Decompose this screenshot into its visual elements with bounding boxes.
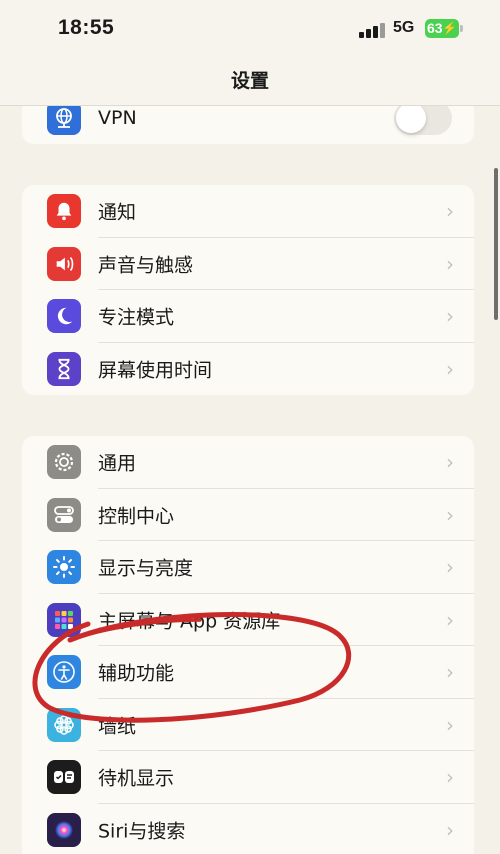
charging-bolt-icon: ⚡ bbox=[442, 21, 457, 35]
settings-row-label: 辅助功能 bbox=[98, 662, 175, 685]
settings-row-label: 墙纸 bbox=[98, 715, 137, 738]
settings-row-sounds[interactable]: 声音与触感 › bbox=[22, 238, 474, 290]
chevron-right-icon: › bbox=[446, 712, 454, 737]
toggles-icon bbox=[47, 497, 81, 532]
cellular-signal-icon bbox=[359, 22, 385, 38]
settings-row-screen-time[interactable]: 屏幕使用时间 › bbox=[22, 343, 474, 396]
settings-row-siri[interactable]: Siri与搜索 › bbox=[22, 804, 474, 854]
settings-row-notifications[interactable]: 通知 › bbox=[22, 185, 474, 238]
settings-row-wallpaper[interactable]: 墙纸 › bbox=[22, 699, 474, 751]
chevron-right-icon: › bbox=[446, 356, 454, 381]
status-bar: 18:55 5G 63 ⚡ bbox=[0, 0, 500, 62]
settings-row-accessibility[interactable]: 辅助功能 › bbox=[22, 646, 474, 699]
settings-row-label: 待机显示 bbox=[98, 767, 175, 790]
battery-level: 63 bbox=[427, 20, 443, 36]
navigation-bar-overlay: 设置 bbox=[0, 62, 500, 106]
chevron-right-icon: › bbox=[446, 304, 454, 329]
settings-row-focus[interactable]: 专注模式 › bbox=[22, 290, 474, 343]
chevron-right-icon: › bbox=[446, 817, 454, 842]
page-title-overlay: 设置 bbox=[230, 70, 269, 92]
chevron-right-icon: › bbox=[446, 660, 454, 685]
settings-row-label: VPN bbox=[98, 107, 137, 129]
notifications-group: 通知 › 声音与触感 › 专注模式 › 屏幕使用时间 › bbox=[22, 185, 474, 395]
battery-tip bbox=[460, 25, 463, 32]
chevron-right-icon: › bbox=[446, 450, 454, 475]
vpn-toggle[interactable] bbox=[394, 101, 452, 135]
chevron-right-icon: › bbox=[446, 502, 454, 527]
siri-icon bbox=[47, 812, 81, 847]
speaker-icon bbox=[47, 246, 81, 281]
bell-icon bbox=[47, 194, 81, 229]
wallpaper-icon bbox=[47, 707, 81, 742]
settings-row-label: 屏幕使用时间 bbox=[98, 359, 213, 382]
settings-row-standby[interactable]: 待机显示 › bbox=[22, 751, 474, 804]
settings-row-label: 通用 bbox=[98, 452, 137, 475]
chevron-right-icon: › bbox=[446, 199, 454, 224]
settings-row-control-center[interactable]: 控制中心 › bbox=[22, 489, 474, 541]
chevron-right-icon: › bbox=[446, 765, 454, 790]
battery-icon: 63 ⚡ bbox=[425, 19, 459, 38]
app-grid-icon bbox=[47, 602, 81, 637]
accessibility-icon bbox=[47, 655, 81, 690]
settings-row-display[interactable]: 显示与亮度 › bbox=[22, 541, 474, 594]
settings-row-label: 通知 bbox=[98, 201, 137, 224]
scroll-indicator[interactable] bbox=[494, 168, 498, 320]
toggle-knob bbox=[396, 103, 426, 133]
moon-icon bbox=[47, 299, 81, 334]
settings-row-general[interactable]: 通用 › bbox=[22, 436, 474, 489]
chevron-right-icon: › bbox=[446, 251, 454, 276]
settings-row-label: 控制中心 bbox=[98, 505, 175, 528]
hourglass-icon bbox=[47, 351, 81, 386]
sun-icon bbox=[47, 550, 81, 585]
settings-row-label: 声音与触感 bbox=[98, 254, 194, 277]
settings-row-label: Siri与搜索 bbox=[98, 820, 186, 843]
standby-icon bbox=[47, 760, 81, 795]
chevron-right-icon: › bbox=[446, 607, 454, 632]
network-type: 5G bbox=[393, 19, 415, 36]
settings-row-label: 专注模式 bbox=[98, 306, 175, 329]
settings-row-home-screen[interactable]: 主屏幕与 App 资源库 › bbox=[22, 594, 474, 646]
settings-row-label: 主屏幕与 App 资源库 bbox=[98, 610, 281, 633]
status-time: 18:55 bbox=[58, 16, 115, 39]
gear-icon bbox=[47, 445, 81, 480]
settings-row-label: 显示与亮度 bbox=[98, 557, 194, 580]
chevron-right-icon: › bbox=[446, 555, 454, 580]
vpn-icon bbox=[47, 101, 81, 135]
general-group: 通用 › 控制中心 › 显示与亮度 › 主屏幕与 App 资源库 › 辅助功能 … bbox=[22, 436, 474, 854]
